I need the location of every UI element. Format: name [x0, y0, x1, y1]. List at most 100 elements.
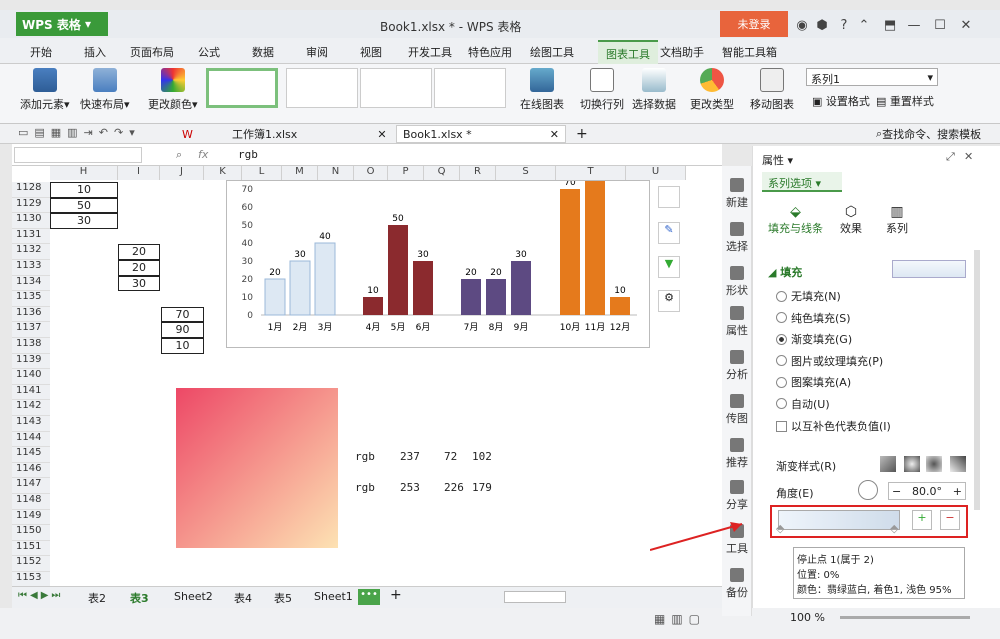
row-number[interactable]: 1131	[12, 228, 50, 245]
pin-icon[interactable]: ⤢	[946, 150, 955, 164]
sheet-nav-icons[interactable]: ⏮◀▶⏭	[18, 590, 63, 601]
close-tab-icon[interactable]: ✕	[550, 128, 559, 141]
column-header[interactable]: I	[118, 166, 160, 180]
row-number[interactable]: 1133	[12, 260, 50, 276]
panel-title[interactable]: 属性 ▾	[762, 152, 793, 168]
skin-icon[interactable]: ◉	[792, 15, 812, 35]
angle-dial[interactable]	[858, 480, 878, 500]
row-number[interactable]: 1138	[12, 338, 50, 354]
menu-8[interactable]: 特色应用	[468, 44, 512, 60]
quick-access-toolbar[interactable]: ▭▤▦▥⇥↶↷▾	[18, 126, 141, 139]
row-number[interactable]: 1134	[12, 275, 50, 292]
wps-logo-button[interactable]: WPS 表格 ▾	[16, 12, 108, 36]
fill-option-5[interactable]: 自动(U)	[776, 396, 830, 412]
fill-option-1[interactable]: 纯色填充(S)	[776, 310, 851, 326]
chart-settings-icon[interactable]: ⚙	[658, 290, 680, 312]
row-number[interactable]: 1130	[12, 213, 50, 229]
gradient-rect-icon[interactable]	[926, 456, 942, 472]
table-cell[interactable]: 20	[118, 244, 160, 260]
row-number[interactable]: 1135	[12, 291, 50, 307]
row-number[interactable]: 1149	[12, 509, 50, 526]
column-header[interactable]: T	[556, 166, 626, 180]
row-number[interactable]: 1140	[12, 369, 50, 385]
row-number[interactable]: 1137	[12, 322, 50, 338]
row-number[interactable]: 1148	[12, 494, 50, 510]
column-header[interactable]: L	[242, 166, 282, 180]
bar-3月[interactable]	[314, 242, 336, 316]
bar-11月[interactable]	[585, 153, 605, 315]
menu-10[interactable]: 图表工具	[598, 40, 658, 66]
row-number[interactable]: 1150	[12, 525, 50, 541]
tab-series[interactable]: ▥ 系列	[886, 204, 908, 236]
change-color-button[interactable]: 更改颜色▾	[148, 68, 198, 112]
quick-layout-button[interactable]: 快速布局▾	[80, 68, 130, 112]
table-cell[interactable]: 70	[161, 306, 204, 323]
fill-color-swatch[interactable]	[892, 260, 966, 278]
side-tool-9[interactable]: 备份	[723, 568, 751, 600]
switch-rowcol-button[interactable]: 切换行列	[580, 68, 624, 112]
wps-home-icon[interactable]: W	[176, 125, 199, 143]
gradient-path-icon[interactable]	[950, 456, 966, 472]
plus-icon[interactable]: +	[953, 485, 962, 498]
side-tool-4[interactable]: 分析	[723, 350, 751, 382]
reset-style-button[interactable]: ▤ 重置样式	[876, 93, 934, 109]
set-format-button[interactable]: ▣ 设置格式	[812, 93, 870, 109]
fx-label[interactable]: fx	[198, 148, 208, 161]
row-number[interactable]: 1136	[12, 306, 50, 323]
help-icon[interactable]: ?	[834, 15, 854, 35]
more-sheets-button[interactable]: •••	[358, 589, 380, 605]
table-cell[interactable]: 90	[161, 322, 204, 338]
bar-1月[interactable]	[264, 278, 286, 316]
menu-9[interactable]: 绘图工具	[530, 44, 574, 60]
column-header[interactable]: H	[50, 166, 118, 180]
fill-option-3[interactable]: 图片或纹理填充(P)	[776, 353, 883, 369]
series-option-dropdown[interactable]: 系列选项 ▾	[762, 172, 842, 192]
panel-close-icon[interactable]: ✕	[964, 150, 973, 163]
row-number[interactable]: 1146	[12, 462, 50, 479]
chart-elements-icon[interactable]	[658, 186, 680, 208]
menu-6[interactable]: 视图	[360, 44, 382, 60]
bar-12月[interactable]	[610, 297, 630, 315]
row-number[interactable]: 1129	[12, 197, 50, 214]
name-box[interactable]	[14, 147, 142, 163]
gradient-radial-icon[interactable]	[904, 456, 920, 472]
fill-option-2[interactable]: 渐变填充(G)	[776, 331, 852, 347]
fill-option-4[interactable]: 图案填充(A)	[776, 374, 851, 390]
column-header[interactable]: O	[354, 166, 388, 180]
row-number[interactable]: 1144	[12, 431, 50, 448]
online-chart-button[interactable]: 在线图表	[520, 68, 564, 112]
row-number[interactable]: 1152	[12, 556, 50, 572]
sheet-tab[interactable]: Sheet2	[174, 590, 213, 603]
add-sheet-icon[interactable]: +	[390, 587, 402, 603]
row-number[interactable]: 1142	[12, 400, 50, 416]
gradient-linear-icon[interactable]	[880, 456, 896, 472]
chart-style-3[interactable]	[360, 68, 432, 108]
bar-7月[interactable]	[461, 279, 481, 315]
menu-4[interactable]: 数据	[252, 44, 274, 60]
menu-11[interactable]: 文档助手	[660, 44, 704, 60]
side-tool-6[interactable]: 推荐	[723, 438, 751, 470]
row-number[interactable]: 1145	[12, 447, 50, 463]
sheet-tab[interactable]: 表4	[234, 590, 252, 606]
section-fill-header[interactable]: ◢ 填充	[768, 264, 802, 280]
zoom-slider[interactable]	[840, 616, 970, 619]
column-header[interactable]: U	[626, 166, 686, 180]
column-header[interactable]: J	[160, 166, 204, 180]
row-number[interactable]: 1132	[12, 244, 50, 260]
bar-2月[interactable]	[289, 260, 311, 316]
minimize-icon[interactable]: —	[904, 15, 924, 35]
row-number[interactable]: 1147	[12, 478, 50, 494]
change-type-button[interactable]: 更改类型	[690, 68, 734, 112]
bar-8月[interactable]	[486, 279, 506, 315]
move-chart-button[interactable]: 移动图表	[750, 68, 794, 112]
menu-5[interactable]: 审阅	[306, 44, 328, 60]
column-header[interactable]: R	[460, 166, 496, 180]
sheet-tab[interactable]: 表3	[130, 590, 149, 606]
menu-12[interactable]: 智能工具箱	[722, 44, 777, 60]
add-element-button[interactable]: 添加元素▾	[20, 68, 70, 112]
restore-icon[interactable]: ⬒	[880, 15, 900, 35]
file-tab-wb1[interactable]: 工作簿1.xlsx ✕	[226, 125, 393, 143]
chart-filter-icon[interactable]: ▼	[658, 256, 680, 278]
chart-brush-icon[interactable]: ✎	[658, 222, 680, 244]
column-header[interactable]: M	[282, 166, 318, 180]
